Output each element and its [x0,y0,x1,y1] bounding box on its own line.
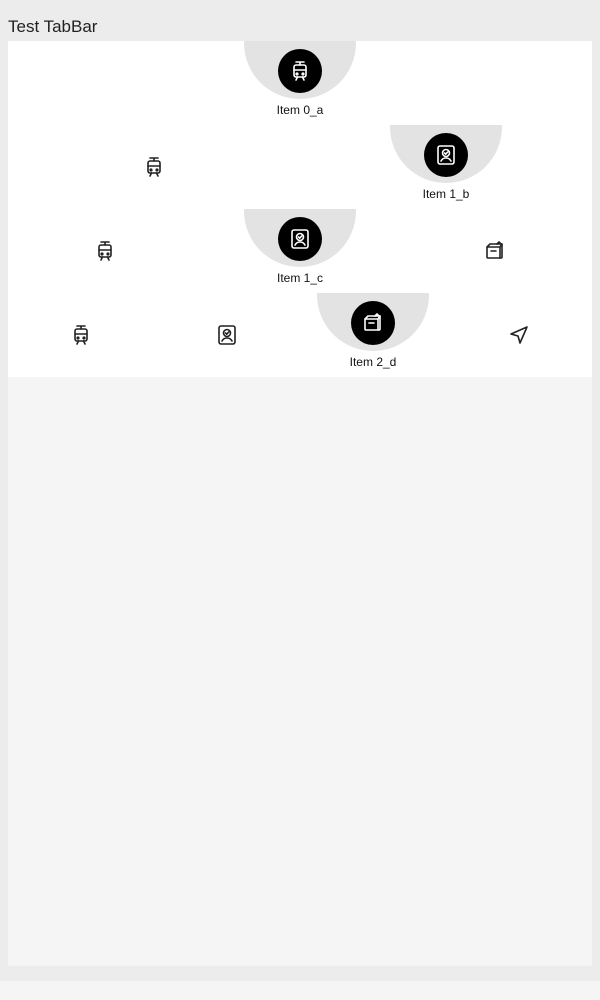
tabbar-2: Item 1_b [8,125,592,209]
tram-icon [142,155,166,179]
tram-icon [69,323,93,347]
tab-item-3-c[interactable]: Item 2_d [300,293,446,377]
badge-check-icon [424,133,468,177]
tabbar-1: Item 0_a [8,41,592,125]
tab-label: Item 0_a [276,103,324,117]
tram-icon [93,239,117,263]
tab-item-3-a[interactable] [8,293,154,377]
tram-icon [278,49,322,93]
tab-label: Item 1_c [276,271,324,285]
tab-item-2-a[interactable] [8,209,202,293]
tab-item-2-b[interactable]: Item 1_c [202,209,398,293]
content-area: Item 0_a Item 1_b Item 1_c Item 2_d [8,41,592,966]
tab-item-0-a[interactable]: Item 0_a [8,41,592,125]
package-icon [483,239,507,263]
tab-label: Item 1_b [422,187,470,201]
tabbar-3: Item 1_c [8,209,592,293]
navigation-arrow-icon [507,323,531,347]
tab-item-2-c[interactable] [398,209,592,293]
tab-item-3-b[interactable] [154,293,300,377]
badge-check-icon [215,323,239,347]
bottom-bar [0,981,600,1000]
badge-check-icon [278,217,322,261]
tabbar-4: Item 2_d [8,293,592,377]
app-root: Test TabBar Item 0_a Item 1_b Item 1_c I… [0,0,600,1000]
tab-item-3-d[interactable] [446,293,592,377]
tab-item-1-b[interactable]: Item 1_b [300,125,592,209]
page-title: Test TabBar [8,17,98,36]
tab-item-1-a[interactable] [8,125,300,209]
package-icon [351,301,395,345]
tab-label: Item 2_d [349,355,397,369]
